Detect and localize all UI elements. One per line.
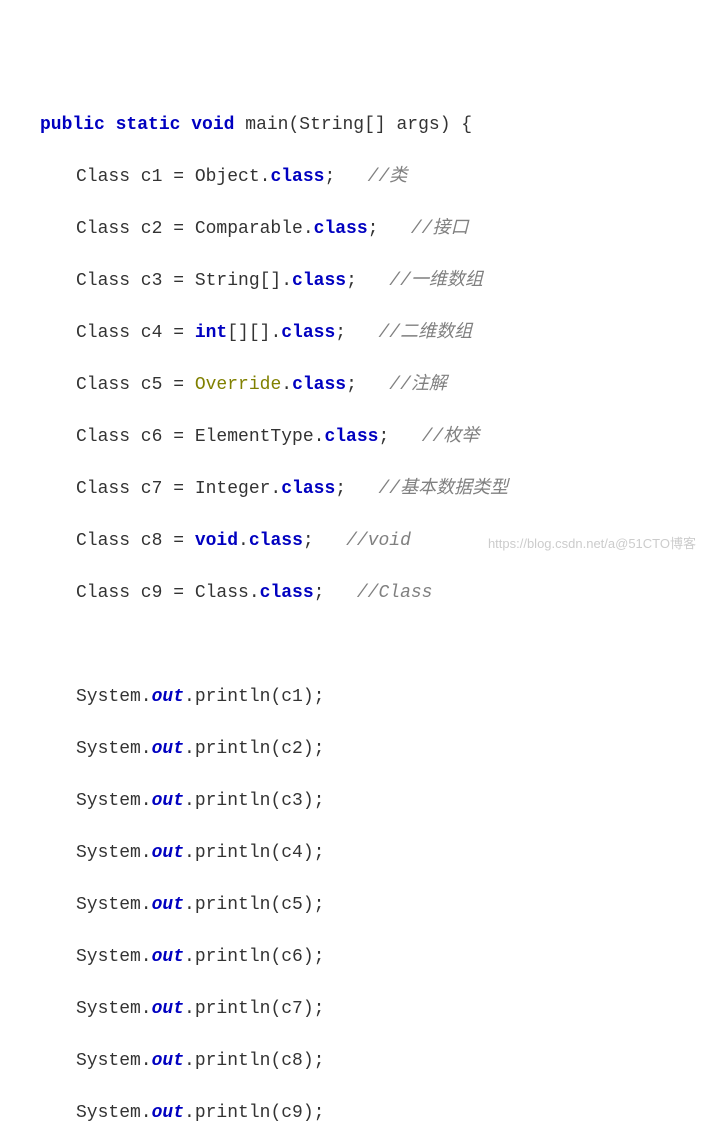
comment: //一维数组: [389, 271, 483, 291]
print-post: .println(c7);: [184, 999, 324, 1019]
decl-pre: Class c9 = Class.: [76, 583, 260, 603]
code-line-blank: [40, 632, 706, 658]
decl-pre: Class c4 =: [76, 323, 195, 343]
print-pre: System.: [76, 687, 152, 707]
keyword-class: class: [270, 167, 324, 187]
decl-post: ;: [346, 271, 389, 291]
keyword-class: class: [292, 271, 346, 291]
decl-post: ;: [335, 479, 378, 499]
code-line-print: System.out.println(c3);: [40, 788, 706, 814]
keyword-void: void: [195, 531, 238, 551]
print-post: .println(c1);: [184, 687, 324, 707]
decl-post: ;: [368, 219, 411, 239]
field-out: out: [152, 947, 184, 967]
code-line-decl: Class c6 = ElementType.class; //枚举: [40, 424, 706, 450]
code-line-print: System.out.println(c2);: [40, 736, 706, 762]
decl-pre: Class c7 = Integer.: [76, 479, 281, 499]
code-line-decl: Class c9 = Class.class; //Class: [40, 580, 706, 606]
print-pre: System.: [76, 791, 152, 811]
code-line-print: System.out.println(c7);: [40, 996, 706, 1022]
code-line-print: System.out.println(c5);: [40, 892, 706, 918]
field-out: out: [152, 791, 184, 811]
decl-mid: .: [238, 531, 249, 551]
signature-rest: main(String[] args) {: [234, 115, 472, 135]
decl-pre: Class c1 = Object.: [76, 167, 270, 187]
keyword-class: class: [249, 531, 303, 551]
decl-post: ;: [346, 375, 389, 395]
code-line-decl: Class c7 = Integer.class; //基本数据类型: [40, 476, 706, 502]
decl-post: ;: [303, 531, 346, 551]
comment: //类: [368, 167, 408, 187]
decl-post: ;: [324, 167, 367, 187]
code-line-decl: Class c1 = Object.class; //类: [40, 164, 706, 190]
annotation-override: Override: [195, 375, 281, 395]
field-out: out: [152, 1051, 184, 1071]
code-line-print: System.out.println(c1);: [40, 684, 706, 710]
field-out: out: [152, 739, 184, 759]
decl-mid: [][].: [227, 323, 281, 343]
code-line-print: System.out.println(c9);: [40, 1100, 706, 1126]
keyword-class: class: [292, 375, 346, 395]
print-pre: System.: [76, 895, 152, 915]
watermark-text: https://blog.csdn.net/a@51CTO博客: [488, 531, 696, 557]
print-post: .println(c9);: [184, 1103, 324, 1123]
decl-pre: Class c6 = ElementType.: [76, 427, 324, 447]
print-pre: System.: [76, 999, 152, 1019]
print-pre: System.: [76, 1103, 152, 1123]
decl-pre: Class c8 =: [76, 531, 195, 551]
decl-post: ;: [335, 323, 378, 343]
keyword-class: class: [314, 219, 368, 239]
keyword-static: static: [116, 115, 181, 135]
print-post: .println(c6);: [184, 947, 324, 967]
comment: //Class: [357, 583, 433, 603]
keyword-int: int: [195, 323, 227, 343]
decl-mid: .: [281, 375, 292, 395]
print-pre: System.: [76, 739, 152, 759]
field-out: out: [152, 843, 184, 863]
print-post: .println(c2);: [184, 739, 324, 759]
comment: //二维数组: [378, 323, 472, 343]
comment: //基本数据类型: [378, 479, 508, 499]
print-post: .println(c4);: [184, 843, 324, 863]
field-out: out: [152, 895, 184, 915]
print-post: .println(c5);: [184, 895, 324, 915]
comment: //注解: [389, 375, 447, 395]
code-line-decl: Class c4 = int[][].class; //二维数组: [40, 320, 706, 346]
keyword-void: void: [191, 115, 234, 135]
decl-post: ;: [378, 427, 421, 447]
code-line-decl: Class c3 = String[].class; //一维数组: [40, 268, 706, 294]
keyword-class: class: [324, 427, 378, 447]
comment: //void: [346, 531, 411, 551]
decl-pre: Class c5 =: [76, 375, 195, 395]
field-out: out: [152, 687, 184, 707]
keyword-public: public: [40, 115, 105, 135]
print-pre: System.: [76, 843, 152, 863]
code-line-decl: Class c5 = Override.class; //注解: [40, 372, 706, 398]
code-line-print: System.out.println(c4);: [40, 840, 706, 866]
decl-pre: Class c2 = Comparable.: [76, 219, 314, 239]
print-pre: System.: [76, 1051, 152, 1071]
code-line-print: System.out.println(c6);: [40, 944, 706, 970]
print-post: .println(c3);: [184, 791, 324, 811]
print-post: .println(c8);: [184, 1051, 324, 1071]
print-pre: System.: [76, 947, 152, 967]
decl-pre: Class c3 = String[].: [76, 271, 292, 291]
keyword-class: class: [281, 323, 335, 343]
keyword-class: class: [281, 479, 335, 499]
decl-post: ;: [314, 583, 357, 603]
field-out: out: [152, 999, 184, 1019]
comment: //接口: [411, 219, 469, 239]
comment: //枚举: [422, 427, 480, 447]
field-out: out: [152, 1103, 184, 1123]
code-line-decl: Class c2 = Comparable.class; //接口: [40, 216, 706, 242]
keyword-class: class: [260, 583, 314, 603]
code-line-print: System.out.println(c8);: [40, 1048, 706, 1074]
code-line-signature: public static void main(String[] args) {: [40, 112, 706, 138]
